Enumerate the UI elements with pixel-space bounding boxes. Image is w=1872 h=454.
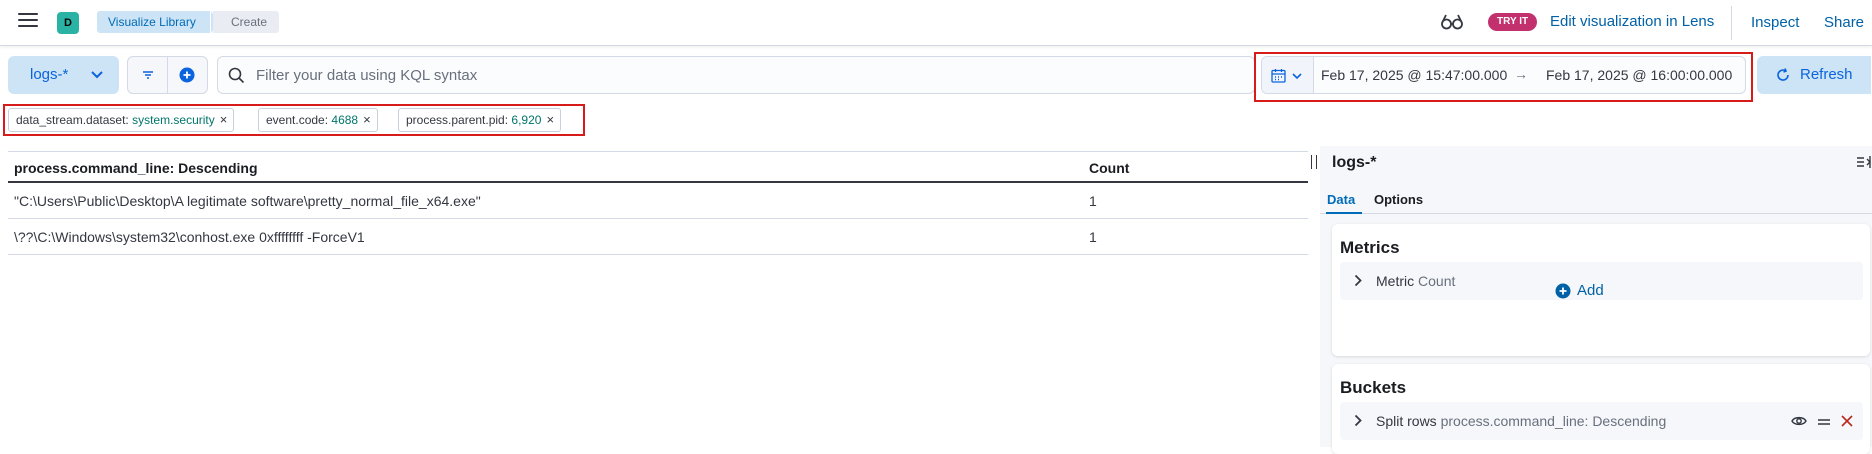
glasses-icon[interactable] (1440, 11, 1464, 33)
add-metric-button[interactable]: Add (1555, 282, 1604, 299)
add-filter-button[interactable] (168, 57, 207, 93)
metrics-panel: Metrics Metric Count Add (1332, 224, 1870, 356)
filter-pill[interactable]: data_stream.dataset: system.security × (8, 108, 235, 132)
header-divider (1731, 6, 1732, 40)
editor-sidebar: logs-* Data Options Metrics Metric Count… (1320, 146, 1872, 454)
breadcrumb-visualize-library[interactable]: Visualize Library (97, 11, 210, 33)
end-date-button[interactable]: Feb 17, 2025 @ 16:00:00.000 (1546, 67, 1732, 83)
start-date-button[interactable]: Feb 17, 2025 @ 15:47:00.000 (1321, 67, 1507, 83)
chevron-right-icon[interactable] (1354, 274, 1362, 287)
space-avatar[interactable]: D (57, 12, 79, 34)
search-icon (228, 67, 245, 84)
metrics-title: Metrics (1340, 238, 1400, 257)
inspect-button[interactable]: Inspect (1751, 14, 1799, 31)
table-row: \??\C:\Windows\system32\conhost.exe 0xff… (8, 219, 1308, 255)
chevron-right-icon[interactable] (1354, 414, 1362, 427)
data-view-picker[interactable]: logs-* (8, 56, 119, 94)
sidebar-tabs: Data Options (1320, 182, 1872, 214)
date-range-picker: Feb 17, 2025 @ 15:47:00.000 → Feb 17, 20… (1261, 56, 1746, 94)
collapse-sidebar-icon[interactable] (1856, 154, 1872, 170)
bucket-aggregation-row[interactable]: Split rows process.command_line: Descend… (1340, 402, 1863, 440)
refresh-label: Refresh (1800, 66, 1853, 83)
filter-pill[interactable]: event.code: 4688 × (258, 108, 378, 132)
try-it-badge: TRY IT (1488, 13, 1538, 31)
column-header-command-line[interactable]: process.command_line: Descending (14, 160, 258, 176)
tab-options[interactable]: Options (1374, 192, 1423, 207)
table-row: "C:\Users\Public\Desktop\A legitimate so… (8, 183, 1308, 219)
share-button[interactable]: Share (1824, 14, 1864, 31)
data-view-label: logs-* (30, 66, 69, 83)
plus-circle-icon (1555, 283, 1571, 299)
sidebar-title: logs-* (1332, 154, 1377, 171)
column-header-count[interactable]: Count (1089, 160, 1129, 176)
chevron-down-icon (1292, 73, 1302, 80)
close-icon[interactable]: × (546, 112, 554, 127)
drag-handle-icon[interactable] (1817, 414, 1831, 430)
table-cell: \??\C:\Windows\system32\conhost.exe 0xff… (14, 229, 365, 245)
plus-circle-icon (179, 67, 195, 83)
eye-icon[interactable] (1791, 414, 1808, 430)
panel-resize-handle[interactable] (1311, 155, 1317, 169)
close-icon[interactable]: × (363, 112, 371, 127)
active-tab-indicator (1326, 212, 1362, 214)
buckets-title: Buckets (1340, 378, 1407, 397)
quick-menu-button[interactable] (1262, 57, 1314, 93)
chevron-down-icon (91, 71, 103, 79)
refresh-icon (1777, 68, 1789, 81)
remove-icon[interactable] (1841, 414, 1853, 430)
refresh-button[interactable]: Refresh (1757, 56, 1871, 94)
hamburger-menu-icon[interactable] (18, 13, 38, 31)
edit-in-lens-link[interactable]: Edit visualization in Lens (1550, 13, 1714, 30)
table-header: process.command_line: Descending Count (8, 151, 1308, 183)
close-icon[interactable]: × (220, 112, 228, 127)
bucket-label: Split rows process.command_line: Descend… (1376, 413, 1667, 429)
filter-lines-icon (143, 71, 153, 79)
filter-pill[interactable]: process.parent.pid: 6,920 × (398, 108, 562, 132)
calendar-icon (1271, 69, 1286, 83)
tab-data[interactable]: Data (1327, 192, 1355, 207)
table-cell: "C:\Users\Public\Desktop\A legitimate so… (14, 193, 481, 209)
data-table: process.command_line: Descending Count "… (8, 151, 1308, 255)
bucket-row-actions (1785, 413, 1853, 430)
kql-query-field[interactable] (217, 56, 1255, 94)
app-header: D Visualize Library Create TRY IT Edit v… (0, 0, 1872, 46)
metric-label: Metric Count (1376, 273, 1456, 289)
table-cell: 1 (1089, 193, 1097, 209)
buckets-panel: Buckets Split rows process.command_line:… (1332, 364, 1870, 454)
table-cell: 1 (1089, 229, 1097, 245)
arrow-right-icon: → (1514, 66, 1528, 82)
breadcrumb-create: Create (213, 11, 280, 33)
kql-search-input[interactable] (256, 59, 1246, 91)
filter-menu-button[interactable] (128, 57, 168, 93)
filter-button-group (127, 56, 208, 94)
